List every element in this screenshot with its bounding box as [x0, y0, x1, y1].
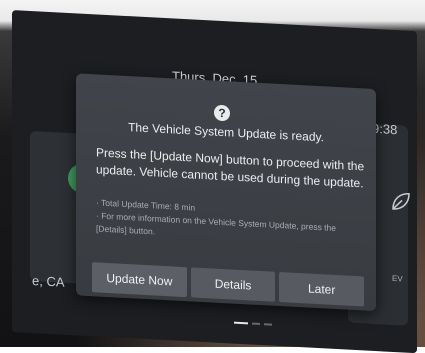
update-now-button[interactable]: Update Now [92, 262, 187, 298]
dialog-button-row: Update Now Details Later [92, 262, 364, 307]
dialog-message: Press the [Update Now] button to proceed… [96, 145, 365, 191]
page-dot[interactable] [264, 323, 272, 326]
page-dot[interactable] [252, 322, 260, 325]
dialog-notes: · Total Update Time: 8 min · For more in… [96, 196, 366, 249]
later-button[interactable]: Later [279, 272, 364, 307]
question-icon: ? [214, 104, 230, 122]
location-label: e, CA [32, 273, 65, 290]
ev-label: EV [392, 273, 403, 284]
leaf-icon [392, 193, 410, 210]
page-indicator[interactable] [234, 321, 272, 326]
page-dot-active[interactable] [234, 321, 248, 325]
update-dialog: ? The Vehicle System Update is ready. Pr… [76, 73, 376, 312]
infotainment-screen: e, CA 9:38 EV Thurs, Dec. 15 ? The Vehic… [12, 10, 417, 353]
dialog-title: The Vehicle System Update is ready. [128, 120, 324, 145]
map-card[interactable] [30, 130, 82, 284]
details-button[interactable]: Details [190, 267, 276, 302]
